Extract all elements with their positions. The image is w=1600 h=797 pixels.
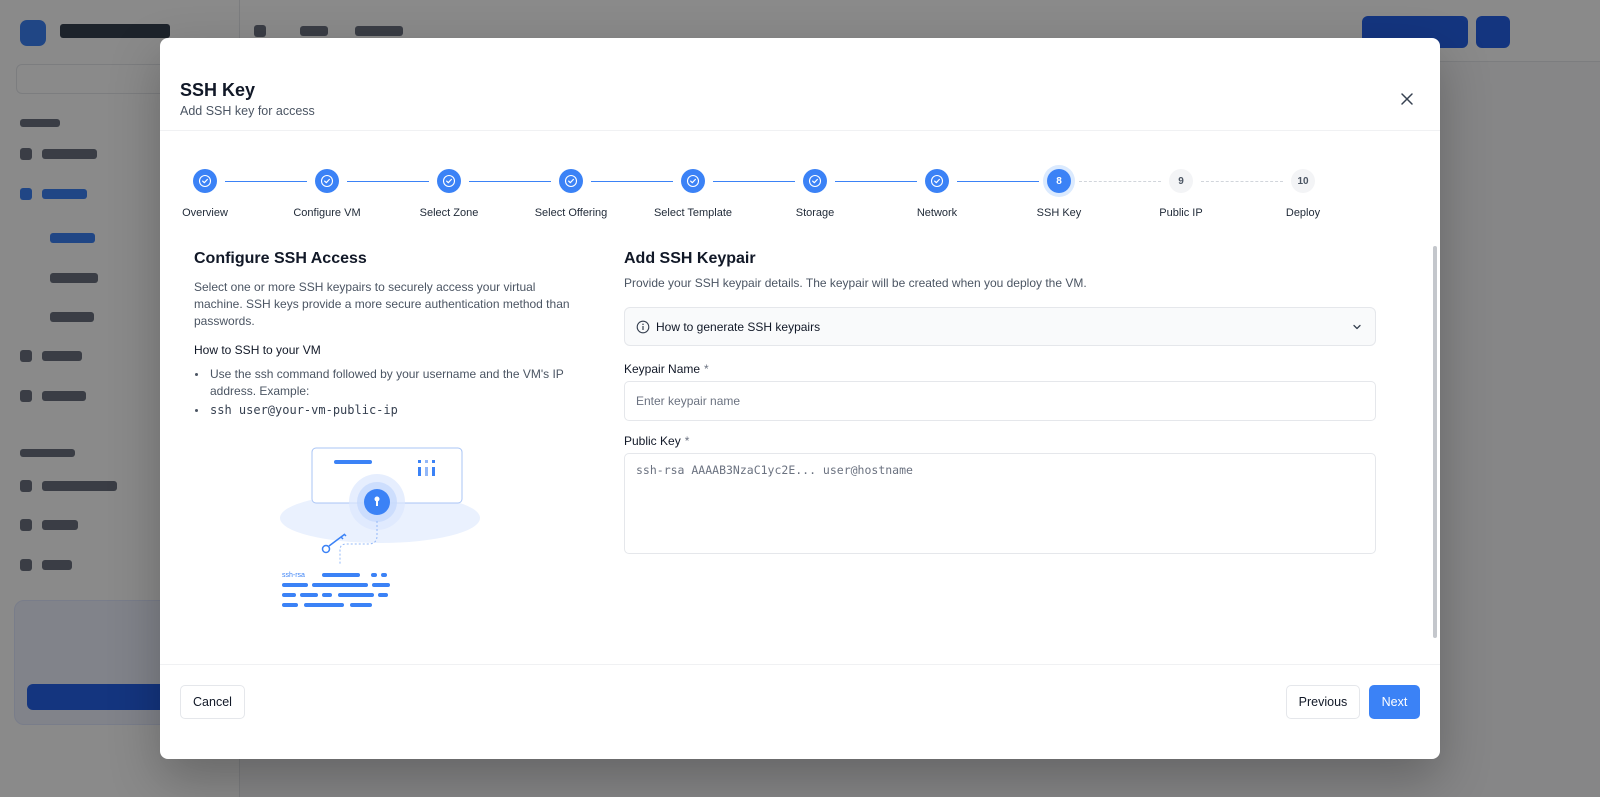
check-circle-icon bbox=[808, 174, 822, 188]
illustration-label: ssh-rsa bbox=[282, 572, 305, 579]
step-label: Select Template bbox=[653, 207, 733, 219]
section-title: Add SSH Keypair bbox=[624, 250, 756, 267]
step-check-circle bbox=[437, 169, 461, 193]
required-mark: * bbox=[704, 362, 709, 376]
step-6[interactable]: Storage bbox=[755, 169, 875, 229]
section-title: Configure SSH Access bbox=[194, 250, 367, 267]
step-2[interactable]: Configure VM bbox=[267, 169, 387, 229]
section-description: Provide your SSH keypair details. The ke… bbox=[624, 276, 1087, 290]
step-label: Overview bbox=[182, 207, 228, 219]
step-3[interactable]: Select Zone bbox=[389, 169, 509, 229]
section-description: Select one or more SSH keypairs to secur… bbox=[194, 280, 570, 328]
step-label: SSH Key bbox=[1036, 207, 1082, 219]
ssh-command-example: ssh user@your-vm-public-ip bbox=[194, 402, 574, 419]
generate-keypairs-accordion[interactable]: How to generate SSH keypairs bbox=[624, 307, 1376, 346]
cancel-button[interactable]: Cancel bbox=[180, 685, 245, 719]
step-8[interactable]: 8 SSH Key bbox=[999, 169, 1119, 229]
step-7[interactable]: Network bbox=[877, 169, 997, 229]
step-label: Select Zone bbox=[419, 207, 479, 219]
check-circle-icon bbox=[198, 174, 212, 188]
ssh-illustration: ssh-rsa bbox=[280, 447, 480, 607]
modal-footer: Cancel Previous Next bbox=[160, 664, 1440, 759]
check-circle-icon bbox=[686, 174, 700, 188]
step-check-circle bbox=[315, 169, 339, 193]
step-check-circle bbox=[559, 169, 583, 193]
check-circle-icon bbox=[564, 174, 578, 188]
public-key-textarea[interactable] bbox=[624, 453, 1376, 554]
keypair-name-label-text: Keypair Name bbox=[624, 362, 701, 376]
add-keypair-section: Add SSH Keypair Provide your SSH keypair… bbox=[624, 250, 1376, 554]
step-check-circle bbox=[803, 169, 827, 193]
step-number-circle: 9 bbox=[1169, 169, 1193, 193]
step-label: Storage bbox=[795, 207, 835, 219]
keypair-name-label: Keypair Name * bbox=[624, 362, 709, 376]
required-mark: * bbox=[684, 434, 690, 448]
step-check-circle bbox=[681, 169, 705, 193]
step-4[interactable]: Select Offering bbox=[511, 169, 631, 229]
info-icon bbox=[636, 320, 650, 334]
howto-list: Use the ssh command followed by your use… bbox=[194, 366, 574, 419]
next-button[interactable]: Next bbox=[1369, 685, 1420, 719]
step-10: 10 Deploy bbox=[1243, 169, 1363, 229]
check-circle-icon bbox=[442, 174, 456, 188]
step-label: Select Offering bbox=[534, 207, 608, 219]
step-label: Deploy bbox=[1285, 207, 1321, 219]
chevron-down-icon bbox=[1353, 324, 1361, 330]
public-key-label-text: Public Key bbox=[624, 434, 681, 448]
step-number-circle: 10 bbox=[1291, 169, 1315, 193]
step-9: 9 Public IP bbox=[1121, 169, 1241, 229]
public-key-label: Public Key * bbox=[624, 434, 689, 448]
step-5[interactable]: Select Template bbox=[633, 169, 753, 229]
accordion-label: How to generate SSH keypairs bbox=[656, 320, 821, 334]
step-label: Configure VM bbox=[293, 207, 361, 219]
wizard-stepper: Overview Configure VM Select Zone Select Of… bbox=[160, 38, 1440, 238]
configure-ssh-section: Configure SSH Access Select one or more … bbox=[194, 250, 574, 419]
scrollbar[interactable] bbox=[1433, 246, 1437, 638]
check-circle-icon bbox=[320, 174, 334, 188]
howto-title: How to SSH to your VM bbox=[194, 343, 321, 357]
ssh-key-modal: SSH Key Add SSH key for access Overview C… bbox=[160, 38, 1440, 759]
step-number-circle: 8 bbox=[1047, 169, 1071, 193]
list-item: Use the ssh command followed by your use… bbox=[194, 366, 574, 400]
previous-button[interactable]: Previous bbox=[1286, 685, 1360, 719]
step-1[interactable]: Overview bbox=[160, 169, 265, 229]
step-check-circle bbox=[925, 169, 949, 193]
step-label: Network bbox=[916, 207, 958, 219]
keypair-name-input[interactable] bbox=[624, 381, 1376, 421]
check-circle-icon bbox=[930, 174, 944, 188]
step-check-circle bbox=[193, 169, 217, 193]
step-label: Public IP bbox=[1159, 207, 1203, 219]
